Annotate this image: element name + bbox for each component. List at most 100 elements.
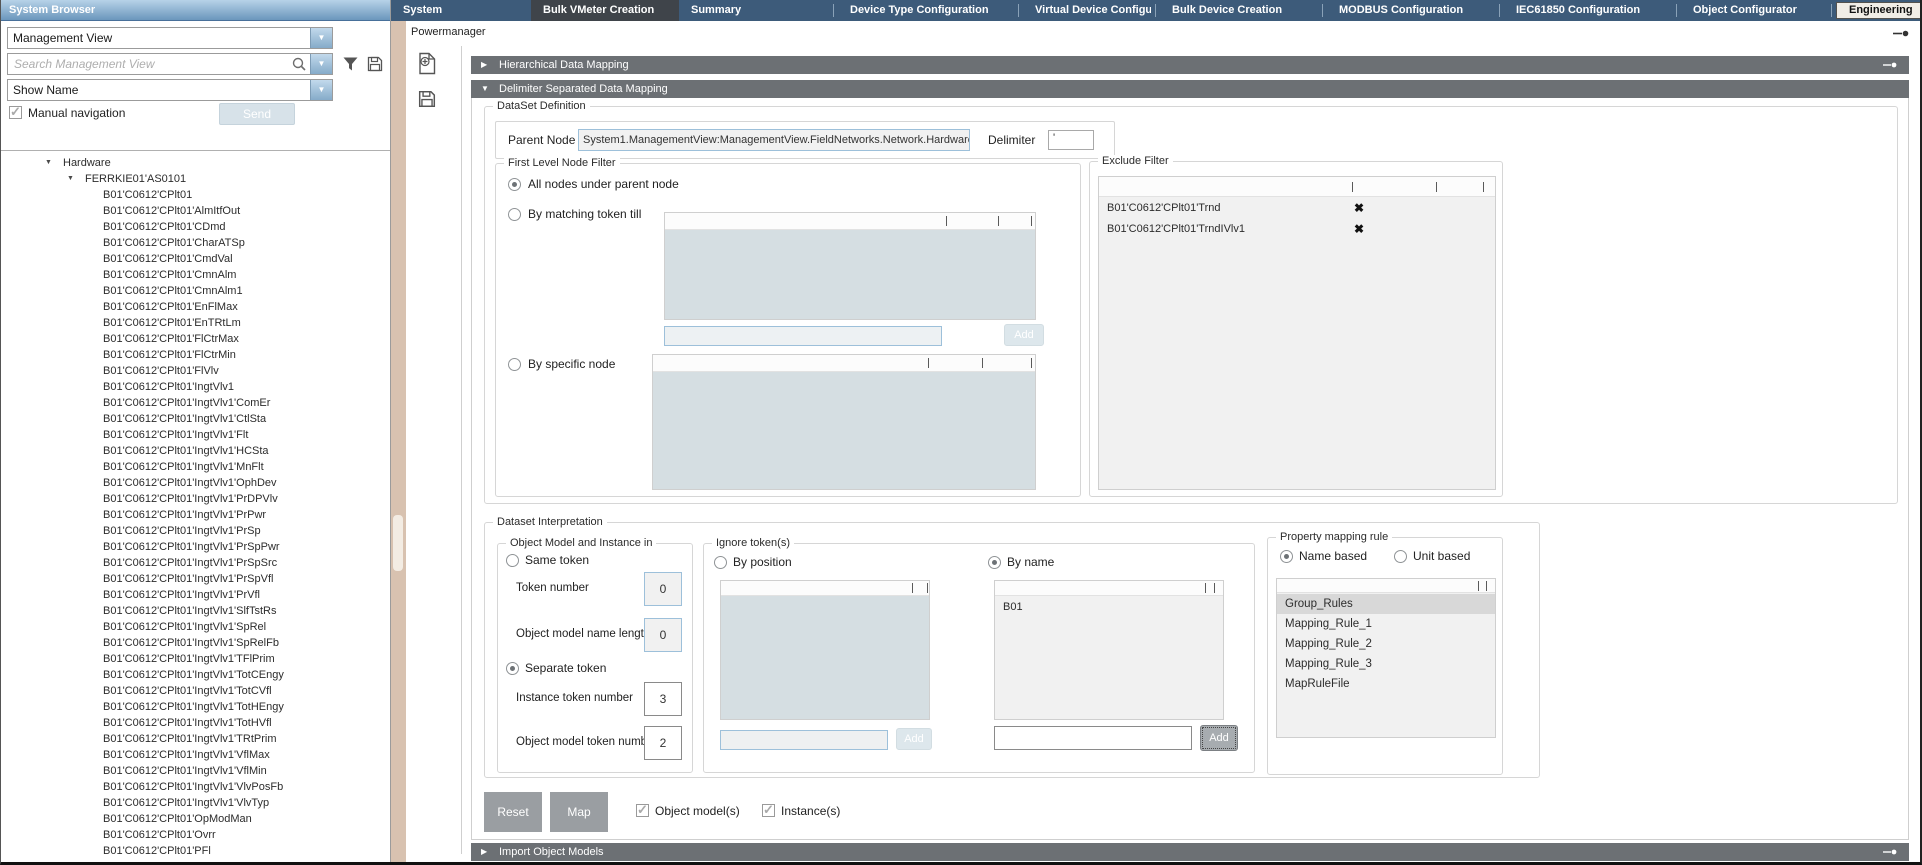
panel-splitter[interactable] bbox=[391, 21, 406, 865]
splitter-scrollbar-thumb[interactable] bbox=[393, 515, 403, 571]
by-position-input[interactable] bbox=[720, 730, 888, 750]
chevron-down-icon[interactable]: ▼ bbox=[310, 80, 332, 100]
tab-device-type-configuration[interactable]: Device Type Configuration bbox=[838, 0, 1014, 21]
tree-item[interactable]: B01'C0612'CPlt01'CmnAlm1 bbox=[1, 283, 390, 299]
engineering-button[interactable]: Engineering bbox=[1836, 2, 1922, 19]
tree-item[interactable]: B01'C0612'CPlt01'PFl bbox=[1, 843, 390, 859]
exclude-filter-list[interactable]: B01'C0612'CPlt01'Trnd✖B01'C0612'CPlt01'T… bbox=[1098, 176, 1496, 490]
radio-unit-based[interactable] bbox=[1394, 550, 1407, 563]
send-button[interactable]: Send bbox=[219, 103, 295, 125]
by-name-input[interactable] bbox=[994, 726, 1192, 750]
tree-item[interactable]: B01'C0612'CPlt01'IngtVlv1'PrVfl bbox=[1, 587, 390, 603]
tree-item[interactable]: B01'C0612'CPlt01'IngtVlv1'TotCVfl bbox=[1, 683, 390, 699]
tree-item[interactable]: B01'C0612'CPlt01'IngtVlv1'TRtPrim bbox=[1, 731, 390, 747]
section-pin-icon[interactable] bbox=[1883, 848, 1897, 856]
map-button[interactable]: Map bbox=[550, 792, 608, 832]
collapsed-arrow-icon[interactable]: ▶ bbox=[481, 843, 487, 861]
radio-separate-token[interactable] bbox=[506, 662, 519, 675]
delimiter-input[interactable]: ' bbox=[1048, 130, 1094, 150]
tree-item[interactable]: B01'C0612'CPlt01'Ovrr bbox=[1, 827, 390, 843]
specific-node-list[interactable] bbox=[652, 354, 1036, 490]
mapping-rules-list[interactable]: Group_RulesMapping_Rule_1Mapping_Rule_2M… bbox=[1276, 578, 1496, 738]
radio-by-name[interactable] bbox=[988, 556, 1001, 569]
tree-item[interactable]: B01'C0612'CPlt01'IngtVlv1'CtlSta bbox=[1, 411, 390, 427]
radio-same-token[interactable] bbox=[506, 554, 519, 567]
tree-item[interactable]: B01'C0612'CPlt01'IngtVlv1'SpRelFb bbox=[1, 635, 390, 651]
manual-navigation-checkbox[interactable]: ✓ bbox=[9, 106, 22, 119]
radio-by-position[interactable] bbox=[714, 556, 727, 569]
tree-item[interactable]: B01'C0612'CPlt01'IngtVlv1'SpRel bbox=[1, 619, 390, 635]
ignore-token-row[interactable]: B01 bbox=[995, 597, 1223, 617]
tree-item[interactable]: B01'C0612'CPlt01 bbox=[1, 187, 390, 203]
by-position-add-button[interactable]: Add bbox=[896, 728, 932, 750]
expanded-arrow-icon[interactable]: ▼ bbox=[481, 80, 489, 98]
tree-item[interactable]: ▼FERRKIE01'AS0101 bbox=[1, 171, 390, 187]
tree-item[interactable]: B01'C0612'CPlt01'IngtVlv1'PrSp bbox=[1, 523, 390, 539]
tree-item[interactable]: B01'C0612'CPlt01'EnTRtLm bbox=[1, 315, 390, 331]
tree-item[interactable]: B01'C0612'CPlt01'FlCtrMax bbox=[1, 331, 390, 347]
remove-icon[interactable]: ✖ bbox=[1354, 219, 1364, 240]
tree-item[interactable]: B01'C0612'CPlt01'CmnAlm bbox=[1, 267, 390, 283]
tab-iec61850-configuration[interactable]: IEC61850 Configuration bbox=[1504, 0, 1672, 21]
reset-button[interactable]: Reset bbox=[484, 792, 542, 832]
exclude-filter-row[interactable]: B01'C0612'CPlt01'TrndIVlv1✖ bbox=[1099, 219, 1495, 240]
collapsed-arrow-icon[interactable]: ▶ bbox=[481, 56, 487, 74]
by-name-add-button[interactable]: Add bbox=[1200, 725, 1238, 751]
tree-item[interactable]: B01'C0612'CPlt01'IngtVlv1'OphDev bbox=[1, 475, 390, 491]
tree-item[interactable]: ▼Hardware bbox=[1, 155, 390, 171]
tree-item[interactable]: B01'C0612'CPlt01'OpModMan bbox=[1, 811, 390, 827]
search-chevron-down-icon[interactable]: ▼ bbox=[310, 54, 332, 74]
mapping-rule-row[interactable]: Mapping_Rule_1 bbox=[1277, 614, 1495, 634]
tree-item[interactable]: B01'C0612'CPlt01'EnFlMax bbox=[1, 299, 390, 315]
tree-item[interactable]: B01'C0612'CPlt01'IngtVlv1'Flt bbox=[1, 427, 390, 443]
radio-all-nodes[interactable] bbox=[508, 178, 521, 191]
tree-expander-icon[interactable]: ▼ bbox=[45, 155, 52, 171]
parent-node-input[interactable]: System1.ManagementView:ManagementView.Fi… bbox=[578, 129, 970, 151]
matching-token-add-button[interactable]: Add bbox=[1004, 324, 1044, 346]
section-hierarchical-data-mapping[interactable]: ▶ Hierarchical Data Mapping bbox=[471, 56, 1909, 74]
tree-item[interactable]: B01'C0612'CPlt01'IngtVlv1'VlvTyp bbox=[1, 795, 390, 811]
tree-item[interactable]: B01'C0612'CPlt01'IngtVlv1'MnFlt bbox=[1, 459, 390, 475]
tree-item[interactable]: B01'C0612'CPlt01'FlVlv bbox=[1, 363, 390, 379]
matching-token-input[interactable] bbox=[664, 326, 942, 346]
tree-item[interactable]: B01'C0612'CPlt01'CDmd bbox=[1, 219, 390, 235]
tab-bulk-device-creation[interactable]: Bulk Device Creation bbox=[1160, 0, 1318, 21]
instance-token-number-input[interactable]: 3 bbox=[644, 682, 682, 716]
radio-by-specific-node[interactable] bbox=[508, 358, 521, 371]
display-mode-selector[interactable]: Show Name ▼ bbox=[7, 79, 333, 101]
search-icon[interactable] bbox=[292, 57, 306, 71]
tree-item[interactable]: B01'C0612'CPlt01'IngtVlv1'TotCEngy bbox=[1, 667, 390, 683]
mapping-rule-row[interactable]: MapRuleFile bbox=[1277, 674, 1495, 694]
exclude-filter-row[interactable]: B01'C0612'CPlt01'Trnd✖ bbox=[1099, 198, 1495, 219]
section-import-object-models[interactable]: ▶ Import Object Models bbox=[471, 843, 1909, 861]
by-name-list[interactable]: B01 bbox=[994, 580, 1224, 720]
tree-item[interactable]: B01'C0612'CPlt01'IngtVlv1'PrSpVfl bbox=[1, 571, 390, 587]
token-number-input[interactable]: 0 bbox=[644, 572, 682, 606]
object-model-name-length-input[interactable]: 0 bbox=[644, 618, 682, 652]
radio-by-matching-token[interactable] bbox=[508, 208, 521, 221]
tree-item[interactable]: B01'C0612'CPlt01'IngtVlv1'PrSpPwr bbox=[1, 539, 390, 555]
tab-bulk-vmeter-creation[interactable]: Bulk VMeter Creation bbox=[531, 0, 679, 21]
object-model-token-number-input[interactable]: 2 bbox=[644, 726, 682, 760]
section-delimiter-data-mapping[interactable]: ▼ Delimiter Separated Data Mapping bbox=[471, 80, 1909, 98]
tab-modbus-configuration[interactable]: MODBUS Configuration bbox=[1327, 0, 1495, 21]
tree-item[interactable]: B01'C0612'CPlt01'IngtVlv1'TotHEngy bbox=[1, 699, 390, 715]
tree-item[interactable]: B01'C0612'CPlt01'IngtVlv1'SlfTstRs bbox=[1, 603, 390, 619]
tree-item[interactable]: B01'C0612'CPlt01'IngtVlv1 bbox=[1, 379, 390, 395]
tree-item[interactable]: B01'C0612'CPlt01'IngtVlv1'PrPwr bbox=[1, 507, 390, 523]
tree-item[interactable]: B01'C0612'CPlt01'IngtVlv1'TotHVfl bbox=[1, 715, 390, 731]
chevron-down-icon[interactable]: ▼ bbox=[310, 28, 332, 48]
save-filter-icon[interactable] bbox=[367, 56, 383, 72]
tree-item[interactable]: B01'C0612'CPlt01'IngtVlv1'PrSpSrc bbox=[1, 555, 390, 571]
save-icon[interactable] bbox=[418, 90, 436, 108]
remove-icon[interactable]: ✖ bbox=[1354, 198, 1364, 219]
object-models-checkbox[interactable]: ✓ bbox=[636, 804, 649, 817]
tree-expander-icon[interactable]: ▼ bbox=[67, 171, 74, 187]
matching-token-list[interactable] bbox=[664, 212, 1036, 320]
tree-item[interactable]: B01'C0612'CPlt01'IngtVlv1'VflMin bbox=[1, 763, 390, 779]
tab-system[interactable]: System bbox=[391, 0, 531, 21]
auto-hide-pin-icon[interactable] bbox=[1893, 29, 1909, 38]
tree-item[interactable]: B01'C0612'CPlt01'IngtVlv1'HCSta bbox=[1, 443, 390, 459]
section-pin-icon[interactable] bbox=[1883, 61, 1897, 69]
tree-item[interactable]: B01'C0612'CPlt01'FlCtrMin bbox=[1, 347, 390, 363]
